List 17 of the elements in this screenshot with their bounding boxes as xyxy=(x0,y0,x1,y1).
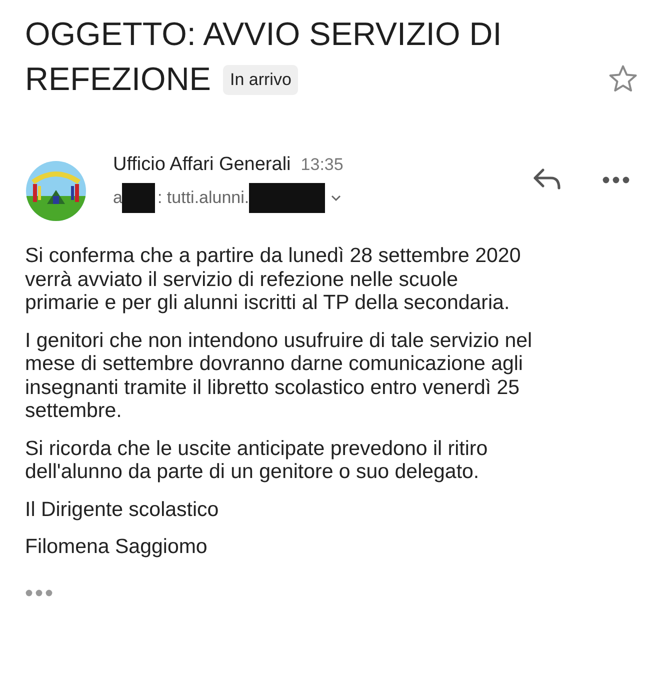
subject-line: REFEZIONE xyxy=(25,60,211,99)
recipient-address: : tutti.alunni. xyxy=(157,188,250,208)
sent-time: 13:35 xyxy=(300,155,344,175)
body-paragraph: Si ricorda che le uscite anticipate prevedono il ritiro dell'alunno da parte di un genitore o suo delegato. xyxy=(25,436,489,484)
reply-icon[interactable] xyxy=(532,168,562,190)
body-paragraph: Il Dirigente scolastico xyxy=(25,498,220,521)
redaction-bar xyxy=(122,183,156,213)
show-trimmed-icon[interactable] xyxy=(25,588,53,596)
inbox-label[interactable]: In arrivo xyxy=(223,64,298,94)
subject-line: OGGETTO: AVVIO SERVIZIO DI xyxy=(25,15,502,54)
recipient-prefix: a xyxy=(113,188,122,208)
chevron-down-icon[interactable] xyxy=(331,194,342,202)
more-options-icon[interactable] xyxy=(602,176,630,184)
body-paragraph: Filomena Saggiomo xyxy=(25,535,208,558)
sender-name: Ufficio Affari Generali xyxy=(113,154,291,176)
body-paragraph: Si conferma che a partire da lunedì 28 settembre 2020 verrà avviato il servizio di refezione nelle scuole primarie e per gli alunni iscritti al TP della secondaria. xyxy=(25,244,522,314)
body-paragraph: I genitori che non intendono usufruire di tale servizio nel mese di settembre dovranno darne comunicazione agli insegnanti tramite il libretto scolastico entro venerdì 25 settembre. xyxy=(25,328,534,422)
